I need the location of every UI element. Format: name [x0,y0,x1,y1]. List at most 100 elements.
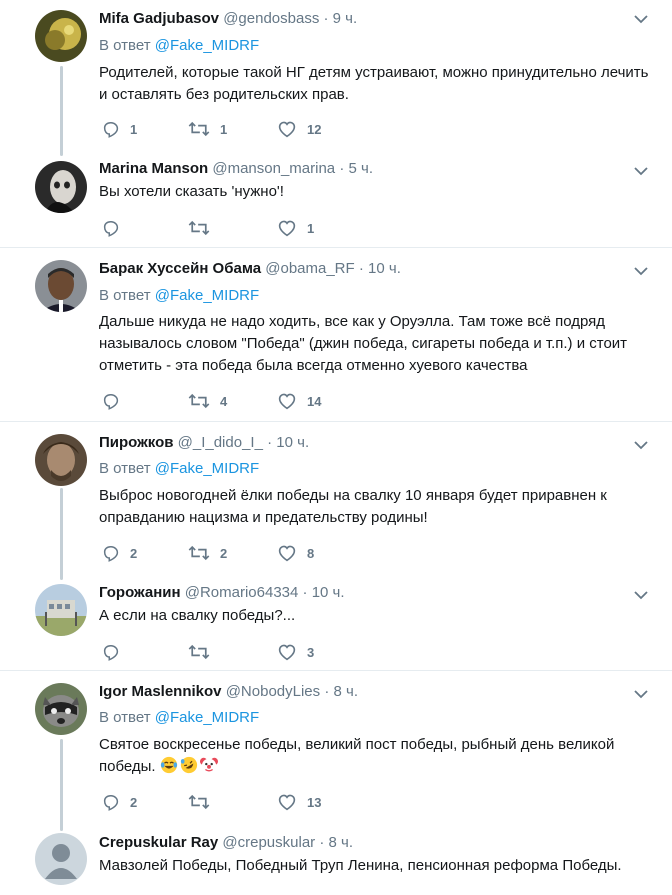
clown-face-icon [199,757,218,774]
reply-context: В ответ @Fake_MIDRF [99,37,259,55]
author-handle[interactable]: @Romario64334 [185,584,299,601]
tweet[interactable]: Барак Хуссейн Обама @obama_RF · 10 ч. В … [0,248,672,422]
author-handle[interactable]: @NobodyLies [226,683,320,700]
chevron-down-icon[interactable] [634,166,648,176]
like-button[interactable]: 3 [277,642,314,662]
chevron-down-icon[interactable] [634,440,648,450]
like-count: 13 [307,794,322,810]
avatar[interactable] [35,584,87,636]
reply-button[interactable]: 2 [102,543,137,563]
author-handle[interactable]: @crepuskular [222,834,315,851]
avatar[interactable] [35,161,87,213]
like-button[interactable]: 12 [277,119,321,139]
author-name[interactable]: Mifa Gadjubasov [99,10,219,27]
retweet-button[interactable]: 2 [188,543,227,563]
timestamp[interactable]: 10 ч. [312,584,345,601]
timestamp[interactable]: 10 ч. [368,260,401,277]
separator-dot: · [324,683,330,700]
avatar[interactable] [35,683,87,735]
like-button[interactable]: 14 [277,391,321,411]
retweet-count: 1 [220,121,228,137]
reply-to-link[interactable]: @Fake_MIDRF [155,37,259,54]
author-name[interactable]: Crepuskular Ray [99,834,218,851]
reply-to-link[interactable]: @Fake_MIDRF [155,287,259,304]
retweet-icon [188,644,210,660]
reply-count: 1 [130,121,138,137]
reply-to-link[interactable]: @Fake_MIDRF [155,709,259,726]
author-name[interactable]: Marina Manson [99,160,208,177]
author-name[interactable]: Igor Maslennikov [99,683,222,700]
tweet-text: Родителей, которые такой НГ детям устраи… [99,64,649,103]
heart-icon [278,121,296,138]
tweet[interactable]: Igor Maslennikov @NobodyLies · 8 ч. В от… [0,671,672,831]
separator-dot: · [358,260,364,277]
like-count: 8 [307,545,315,561]
tweet[interactable]: Marina Manson @manson_marina · 5 ч. Вы х… [0,150,672,248]
avatar[interactable] [35,434,87,486]
retweet-button[interactable] [188,792,220,812]
author-handle[interactable]: @manson_marina [212,160,335,177]
reply-count: 2 [130,545,138,561]
reply-to-link[interactable]: @Fake_MIDRF [155,460,259,477]
tweet[interactable]: Пирожков @_I_dido_I_ · 10 ч. В ответ @Fa… [0,422,672,580]
chevron-down-icon[interactable] [634,590,648,600]
retweet-button[interactable] [188,642,220,662]
heart-icon [278,393,296,410]
timestamp[interactable]: 5 ч. [349,160,374,177]
tweet[interactable]: Crepuskular Ray @crepuskular · 8 ч. Мавз… [0,821,672,895]
reply-button[interactable] [102,391,130,411]
like-count: 3 [307,644,315,660]
retweet-count: 4 [220,393,228,409]
reply-context: В ответ @Fake_MIDRF [99,287,259,305]
retweet-button[interactable]: 4 [188,391,227,411]
reply-prefix: В ответ [99,460,151,477]
reply-icon [103,394,119,410]
reply-button[interactable]: 1 [102,119,137,139]
tweet[interactable]: Mifa Gadjubasov @gendosbass · 9 ч. В отв… [0,0,672,156]
like-count: 14 [307,393,322,409]
author-name[interactable]: Горожанин [99,584,181,601]
avatar[interactable] [35,10,87,62]
thread-line [60,488,63,580]
like-button[interactable]: 8 [277,543,314,563]
timestamp[interactable]: 8 ч. [334,683,359,700]
retweet-count: 2 [220,545,228,561]
retweet-button[interactable] [188,218,220,238]
separator-dot: · [319,834,325,851]
timestamp[interactable]: 9 ч. [333,10,358,27]
author-handle[interactable]: @_I_dido_I_ [178,434,263,451]
retweet-icon [188,220,210,236]
reply-icon [103,795,119,811]
retweet-button[interactable]: 1 [188,119,227,139]
like-count: 12 [307,121,322,137]
reply-prefix: В ответ [99,709,151,726]
chevron-down-icon[interactable] [634,266,648,276]
heart-icon [278,545,296,562]
tweet-text: Вы хотели сказать 'нужно'! [99,183,284,200]
chevron-down-icon[interactable] [634,689,648,699]
reply-button[interactable] [102,642,130,662]
separator-dot: · [339,160,345,177]
author-handle[interactable]: @gendosbass [223,10,319,27]
chevron-down-icon[interactable] [634,14,648,24]
avatar[interactable] [35,833,87,885]
retweet-icon [188,545,210,561]
thread-line [60,66,63,156]
timestamp[interactable]: 10 ч. [276,434,309,451]
reply-count: 2 [130,794,138,810]
reply-button[interactable] [102,218,130,238]
heart-icon [278,220,296,237]
tweet[interactable]: Горожанин @Romario64334 · 10 ч. А если н… [0,570,672,671]
like-button[interactable]: 1 [277,218,314,238]
like-button[interactable]: 13 [277,792,321,812]
timestamp[interactable]: 8 ч. [329,834,354,851]
reply-prefix: В ответ [99,287,151,304]
author-name[interactable]: Барак Хуссейн Обама [99,260,261,277]
author-handle[interactable]: @obama_RF [265,260,354,277]
author-name[interactable]: Пирожков [99,434,173,451]
avatar[interactable] [35,260,87,312]
reply-icon [103,122,119,138]
retweet-icon [188,794,210,810]
reply-context: В ответ @Fake_MIDRF [99,460,259,478]
reply-button[interactable]: 2 [102,792,137,812]
